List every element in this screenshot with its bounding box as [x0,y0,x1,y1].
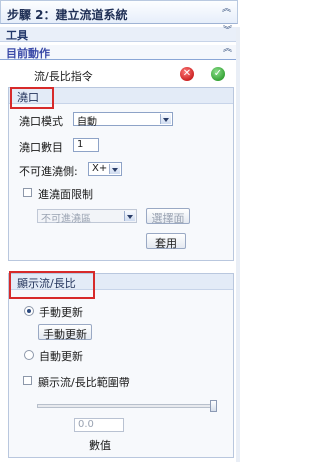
chevron-down-icon[interactable] [124,211,135,221]
gate-face-limit-label: 進澆面限制 [38,188,93,201]
current-action-header[interactable]: 目前動作 ︽ [0,45,238,60]
tools-section-label: 工具 [6,29,28,42]
gate-face-limit-checkbox[interactable] [23,188,32,197]
no-gate-area-select[interactable]: 不可進澆區 [37,209,137,225]
flow-ratio-range-label: 顯示流/長比範圍帶 [38,376,130,389]
confirm-icon[interactable]: ✓ [211,67,225,81]
expand-icon[interactable]: ︾ [223,27,232,36]
collapse-icon[interactable]: ︽ [223,45,232,54]
select-face-label: 選擇面 [151,212,185,225]
manual-update-radio[interactable] [24,306,34,316]
chevron-down-icon[interactable] [160,114,171,124]
panel-scrollbar[interactable] [236,27,240,462]
gate-mode-select[interactable]: 自動 [73,112,173,128]
auto-update-radio[interactable] [24,350,34,360]
flow-ratio-slider-track[interactable] [37,404,217,408]
chevron-down-icon[interactable] [109,164,120,174]
gate-count-value: 1 [77,139,84,150]
select-face-button[interactable]: 選擇面 [146,208,190,225]
apply-button[interactable]: 套用 [146,233,186,250]
gate-mode-value: 自動 [77,117,97,128]
gate-count-label: 澆口數目 [19,141,63,154]
manual-update-label: 手動更新 [39,306,83,319]
panel-title: 步驟 2：建立流道系統 [7,8,128,22]
manual-update-button-label: 手動更新 [43,328,87,341]
manual-update-button[interactable]: 手動更新 [38,324,92,341]
apply-button-label: 套用 [155,237,177,250]
highlight-box-gate [10,87,54,109]
no-gate-side-label: 不可進澆側: [19,165,78,178]
no-gate-area-value: 不可進澆區 [41,214,91,225]
gate-count-input[interactable]: 1 [73,138,99,152]
command-label: 流/長比指令 [34,70,93,83]
no-gate-side-value: X+ [92,163,108,174]
flow-ratio-slider-thumb[interactable] [210,400,217,412]
highlight-box-flow-ratio [9,271,95,299]
cancel-icon[interactable]: ✕ [180,67,194,81]
no-gate-side-select[interactable]: X+ [88,162,122,176]
flow-ratio-value-label: 數值 [89,439,111,452]
flow-ratio-value-input[interactable]: 0.0 [74,418,124,432]
flow-ratio-range-checkbox[interactable] [23,376,32,385]
tools-section-header[interactable]: 工具 ︾ [0,27,238,42]
header-divider [0,59,240,60]
collapse-icon[interactable]: ︽ [222,5,231,14]
panel-title-bar: 步驟 2：建立流道系統 ︽ [0,0,238,24]
gate-mode-label: 澆口模式 [19,115,63,128]
auto-update-label: 自動更新 [39,350,83,363]
flow-ratio-value: 0.0 [78,419,94,430]
